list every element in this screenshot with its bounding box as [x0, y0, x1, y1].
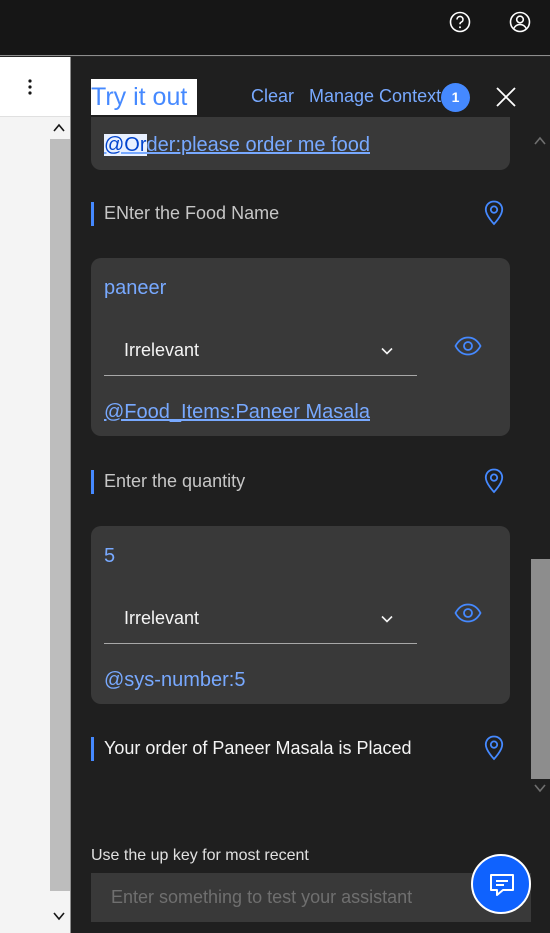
bot-message-text: Your order of Paneer Masala is Placed	[104, 738, 412, 758]
location-pin-icon[interactable]	[484, 468, 504, 494]
bot-message: ENter the Food Name	[91, 202, 510, 226]
close-icon[interactable]	[495, 86, 517, 108]
eye-icon[interactable]	[454, 336, 482, 356]
try-it-out-panel: Try it out Clear Manage Context 1 @Order…	[70, 57, 550, 933]
user-message-card: 5 Irrelevant @sys-number:5	[91, 526, 510, 704]
chat-icon	[490, 874, 514, 896]
manage-context-button[interactable]: Manage Context	[309, 86, 441, 107]
scroll-up-arrow-icon[interactable]	[533, 134, 547, 148]
message-input[interactable]	[91, 873, 531, 922]
overflow-menu-icon[interactable]	[26, 78, 34, 96]
eye-icon[interactable]	[454, 603, 482, 623]
left-pane	[0, 57, 70, 933]
intent-dropdown-value: Irrelevant	[124, 340, 200, 360]
scroll-down-arrow-icon[interactable]	[533, 781, 547, 795]
location-pin-icon[interactable]	[484, 200, 504, 226]
bot-message-text: ENter the Food Name	[104, 203, 280, 223]
help-icon[interactable]	[449, 11, 471, 33]
entity-link[interactable]: @Order:please order me food	[104, 134, 370, 157]
entity-link-rest: der:please order me food	[146, 134, 370, 156]
user-message-text: paneer	[104, 277, 167, 299]
scroll-down-arrow-icon[interactable]	[52, 909, 66, 923]
clear-button[interactable]: Clear	[251, 86, 294, 107]
input-hint: Use the up key for most recent	[91, 847, 309, 864]
entity-label[interactable]: @sys-number:5	[104, 669, 245, 692]
panel-title: Try it out	[91, 79, 197, 115]
panel-scrollbar-thumb[interactable]	[531, 559, 550, 779]
context-count-badge[interactable]: 1	[441, 83, 470, 112]
intent-dropdown[interactable]: Irrelevant	[104, 326, 417, 376]
chevron-down-icon	[381, 615, 393, 623]
user-message-text: 5	[104, 545, 116, 567]
intent-dropdown-value: Irrelevant	[124, 608, 200, 628]
chat-launcher-button[interactable]	[471, 854, 531, 914]
left-pane-header	[0, 57, 70, 117]
user-message-card: paneer Irrelevant @Food_Items:Paneer Mas…	[91, 258, 510, 436]
intent-dropdown[interactable]: Irrelevant	[104, 594, 417, 644]
entity-highlight: @Or	[104, 134, 147, 156]
user-avatar-icon[interactable]	[509, 11, 531, 33]
left-scrollbar-thumb[interactable]	[50, 139, 70, 891]
bot-message: Your order of Paneer Masala is Placed	[91, 737, 510, 761]
bot-message: Enter the quantity	[91, 470, 510, 494]
location-pin-icon[interactable]	[484, 735, 504, 761]
top-nav-bar	[0, 0, 550, 56]
scroll-up-arrow-icon[interactable]	[52, 121, 66, 135]
user-message-card: @Order:please order me food	[91, 117, 510, 170]
chevron-down-icon	[381, 347, 393, 355]
bot-message-text: Enter the quantity	[104, 471, 246, 491]
entity-link[interactable]: @Food_Items:Paneer Masala	[104, 401, 370, 424]
